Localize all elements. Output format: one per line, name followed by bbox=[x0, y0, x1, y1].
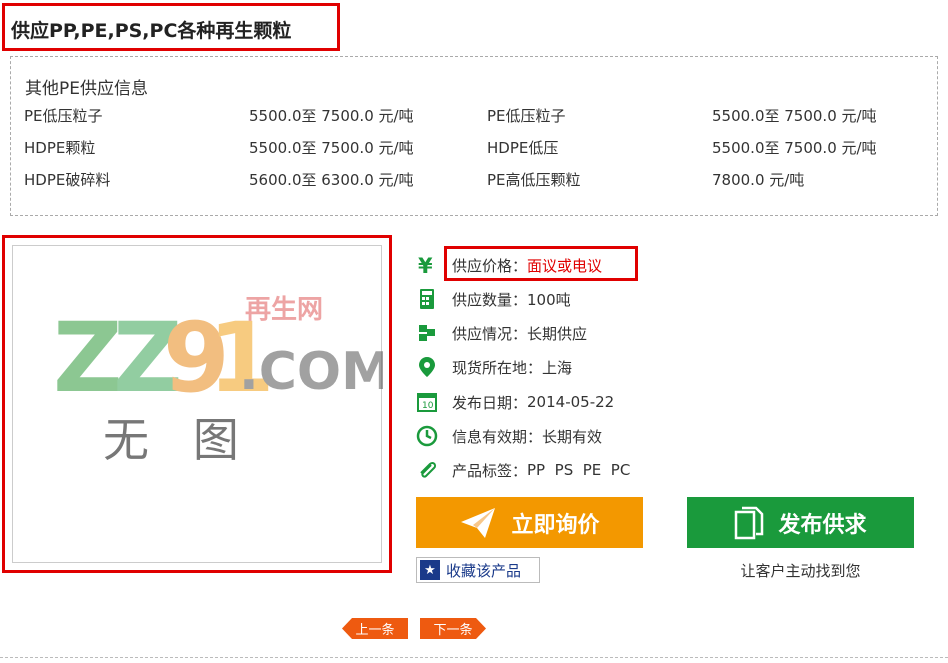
status-label: 供应情况： bbox=[452, 324, 528, 343]
supply-price: 7800.0 元/吨 bbox=[712, 171, 805, 189]
date-label: 发布日期： bbox=[452, 393, 528, 412]
date-value: 2014-05-22 bbox=[527, 393, 615, 411]
status-value: 长期供应 bbox=[527, 324, 588, 343]
paper-plane-icon bbox=[461, 507, 496, 538]
supply-link[interactable]: PE高低压颗粒 bbox=[487, 169, 581, 190]
price-value: 面议或电议 bbox=[527, 256, 603, 275]
publish-label: 发布供求 bbox=[778, 512, 867, 538]
logo-suffix: .COM bbox=[239, 342, 383, 402]
info-validity: 信息有效期： 长期有效 bbox=[416, 423, 602, 449]
clock-icon bbox=[416, 425, 438, 447]
supply-link[interactable]: HDPE破碎料 bbox=[24, 169, 110, 190]
publish-subtitle: 让客户主动找到您 bbox=[740, 562, 861, 580]
location-value: 上海 bbox=[542, 358, 573, 377]
other-supply-heading: 其他PE供应信息 bbox=[25, 79, 148, 99]
favorite-button[interactable]: ★ 收藏该产品 bbox=[416, 557, 540, 583]
prev-button[interactable]: 上一条 bbox=[342, 618, 408, 639]
supply-price: 5500.0至 7500.0 元/吨 bbox=[712, 139, 877, 157]
tags-value: PP PS PE PC bbox=[527, 461, 631, 479]
product-image-highlight: Z Z 9 1 .COM 再生网 无 图 bbox=[2, 235, 392, 573]
title-highlight-box: 供应PP,PE,PS,PC各种再生颗粒 bbox=[2, 3, 340, 51]
inquiry-label: 立即询价 bbox=[511, 512, 600, 538]
supply-price: 5500.0至 7500.0 元/吨 bbox=[249, 107, 414, 125]
bottom-divider bbox=[0, 657, 948, 661]
supply-price: 5600.0至 6300.0 元/吨 bbox=[249, 171, 414, 189]
supply-link[interactable]: PE低压粒子 bbox=[487, 105, 566, 126]
tags-label: 产品标签： bbox=[452, 461, 528, 480]
page-title: 供应PP,PE,PS,PC各种再生颗粒 bbox=[11, 20, 292, 42]
product-image-placeholder[interactable]: Z Z 9 1 .COM 再生网 无 图 bbox=[12, 245, 383, 563]
supply-link[interactable]: HDPE低压 bbox=[487, 137, 558, 158]
next-button[interactable]: 下一条 bbox=[420, 618, 486, 639]
info-date: 10 发布日期： 2014-05-22 bbox=[416, 389, 614, 415]
other-supply-panel: 其他PE供应信息 PE低压粒子 5500.0至 7500.0 元/吨 PE低压粒… bbox=[10, 56, 938, 216]
other-supply-row: HDPE破碎料 5600.0至 6300.0 元/吨 PE高低压颗粒 7800.… bbox=[11, 169, 937, 191]
validity-value: 长期有效 bbox=[542, 427, 603, 446]
yen-icon: ¥ bbox=[418, 254, 433, 276]
calculator-icon bbox=[420, 289, 434, 309]
quantity-value: 100吨 bbox=[527, 290, 571, 309]
map-pin-icon bbox=[419, 357, 435, 377]
star-icon: ★ bbox=[420, 560, 440, 580]
paperclip-icon bbox=[420, 461, 437, 478]
supply-link[interactable]: PE低压粒子 bbox=[24, 105, 103, 126]
other-supply-row: HDPE颗粒 5500.0至 7500.0 元/吨 HDPE低压 5500.0至… bbox=[11, 137, 937, 159]
no-image-text: 无 图 bbox=[103, 413, 239, 467]
supply-price: 5500.0至 7500.0 元/吨 bbox=[249, 139, 414, 157]
supply-link[interactable]: HDPE颗粒 bbox=[24, 137, 95, 158]
info-status: 供应情况： 长期供应 bbox=[416, 320, 587, 346]
publish-button[interactable]: 发布供求 bbox=[687, 497, 914, 548]
favorite-label: 收藏该产品 bbox=[446, 561, 522, 580]
calendar-icon: 10 bbox=[417, 393, 437, 412]
puzzle-icon bbox=[419, 325, 435, 341]
info-location: 现货所在地： 上海 bbox=[416, 354, 572, 380]
document-icon bbox=[735, 506, 764, 539]
quantity-label: 供应数量： bbox=[452, 290, 528, 309]
svg-text:10: 10 bbox=[422, 401, 434, 411]
info-price: ¥ 供应价格： 面议或电议 bbox=[416, 252, 602, 278]
inquiry-button[interactable]: 立即询价 bbox=[416, 497, 643, 548]
info-tags: 产品标签： PP PS PE PC bbox=[416, 457, 630, 483]
logo-cn: 再生网 bbox=[245, 295, 323, 325]
info-quantity: 供应数量： 100吨 bbox=[416, 286, 571, 312]
price-label: 供应价格： bbox=[452, 256, 528, 275]
location-label: 现货所在地： bbox=[452, 358, 543, 377]
zz91-logo-image: Z Z 9 1 .COM 再生网 无 图 bbox=[53, 295, 383, 467]
svg-text:¥: ¥ bbox=[418, 254, 433, 276]
validity-label: 信息有效期： bbox=[452, 427, 543, 446]
other-supply-row: PE低压粒子 5500.0至 7500.0 元/吨 PE低压粒子 5500.0至… bbox=[11, 105, 937, 127]
supply-price: 5500.0至 7500.0 元/吨 bbox=[712, 107, 877, 125]
